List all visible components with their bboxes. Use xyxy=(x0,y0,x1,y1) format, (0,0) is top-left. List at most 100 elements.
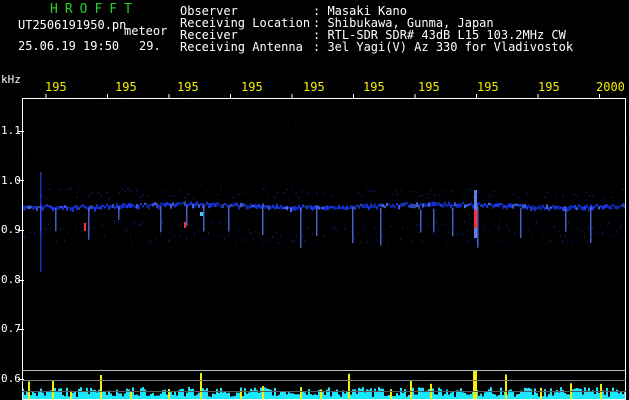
spectrum-bar xyxy=(244,388,246,400)
carrier-band xyxy=(606,204,608,208)
noise-speckle xyxy=(102,332,104,334)
noise-speckle xyxy=(549,156,551,158)
spectrum-bar xyxy=(336,389,338,400)
noise-speckle xyxy=(471,278,473,279)
noise-speckle xyxy=(207,189,209,191)
spectrum-bar xyxy=(202,388,204,400)
diffuse-band xyxy=(622,189,624,191)
spectrum-bar xyxy=(84,392,86,400)
noise-speckle xyxy=(542,122,544,124)
noise-speckle xyxy=(253,306,255,308)
carrier-band xyxy=(602,205,604,210)
noise-speckle xyxy=(490,351,492,353)
spectrum-bar xyxy=(224,392,226,400)
noise-speckle xyxy=(454,265,456,267)
noise-speckle xyxy=(85,104,87,106)
noise-speckle xyxy=(625,157,626,159)
carrier-band xyxy=(284,206,286,209)
noise-speckle xyxy=(345,138,347,140)
noise-speckle xyxy=(567,138,569,140)
carrier-band xyxy=(220,204,222,209)
spectrum-peak xyxy=(100,375,102,400)
noise-band xyxy=(126,229,127,232)
noise-speckle xyxy=(595,254,597,256)
spectrum-bar xyxy=(588,387,590,400)
noise-speckle xyxy=(570,151,572,153)
carrier-band xyxy=(556,205,558,209)
noise-band xyxy=(312,233,313,236)
spectrum-bar xyxy=(488,389,490,400)
carrier-band xyxy=(286,206,288,211)
spectrum-bar xyxy=(556,390,558,400)
carrier-band xyxy=(416,202,418,208)
noise-speckle xyxy=(575,150,577,152)
carrier-band xyxy=(32,205,34,210)
noise-speckle xyxy=(104,142,106,144)
noise-speckle xyxy=(279,329,280,330)
noise-band xyxy=(582,230,583,233)
spectrum-bar xyxy=(184,396,186,400)
spectrum-bar xyxy=(160,393,162,400)
noise-speckle xyxy=(94,180,96,182)
noise-speckle xyxy=(511,245,512,247)
spectrum-peak xyxy=(390,389,392,400)
noise-speckle xyxy=(94,165,95,167)
noise-speckle xyxy=(103,189,105,190)
spectrum-bar xyxy=(54,388,56,400)
carrier-band xyxy=(68,206,70,210)
carrier-band xyxy=(524,204,526,209)
diffuse-band xyxy=(238,193,240,195)
carrier-band xyxy=(178,202,180,205)
noise-speckle xyxy=(592,203,594,205)
spectrum-bar xyxy=(132,387,134,400)
spectrum-bar xyxy=(60,388,62,400)
noise-speckle xyxy=(622,320,624,322)
noise-speckle xyxy=(287,198,289,200)
spectrum-bar xyxy=(278,394,280,400)
spectrum-bar xyxy=(140,388,142,400)
noise-speckle xyxy=(563,168,565,170)
noise-speckle xyxy=(340,181,342,183)
noise-speckle xyxy=(108,163,110,165)
carrier-band xyxy=(156,203,158,208)
noise-speckle xyxy=(91,215,92,216)
spectrum-bar xyxy=(22,388,24,400)
spectrum-bar xyxy=(282,391,284,400)
diffuse-band xyxy=(139,197,141,199)
diffuse-band xyxy=(178,189,180,191)
diffuse-band xyxy=(544,196,546,198)
spectrum-peak xyxy=(70,390,72,400)
diffuse-band xyxy=(358,191,360,193)
noise-speckle xyxy=(261,327,263,329)
noise-speckle xyxy=(602,215,604,216)
meteor-streak xyxy=(228,206,230,232)
carrier-band xyxy=(312,206,314,211)
noise-speckle xyxy=(195,346,197,347)
spectrum-bar xyxy=(246,393,248,400)
carrier-band xyxy=(30,205,32,209)
noise-speckle xyxy=(525,147,527,149)
noise-speckle xyxy=(348,187,350,189)
noise-band xyxy=(30,231,31,234)
noise-speckle xyxy=(227,127,229,129)
noise-speckle xyxy=(85,116,87,118)
noise-speckle xyxy=(304,346,306,348)
noise-speckle xyxy=(42,244,44,245)
noise-band xyxy=(616,230,617,233)
meteor-streak xyxy=(40,172,42,272)
noise-speckle xyxy=(456,211,458,213)
noise-speckle xyxy=(176,260,178,261)
noise-band xyxy=(358,232,359,235)
noise-band xyxy=(562,240,563,243)
noise-band xyxy=(550,240,551,242)
carrier-band xyxy=(388,203,390,206)
spectrum-peak xyxy=(240,390,242,400)
spectrum-bar xyxy=(90,387,92,400)
noise-speckle xyxy=(332,335,334,337)
noise-speckle xyxy=(345,132,347,134)
carrier-band xyxy=(60,206,62,209)
noise-speckle xyxy=(508,134,510,136)
noise-speckle xyxy=(607,322,609,324)
noise-speckle xyxy=(565,127,567,129)
noise-speckle xyxy=(88,281,90,283)
